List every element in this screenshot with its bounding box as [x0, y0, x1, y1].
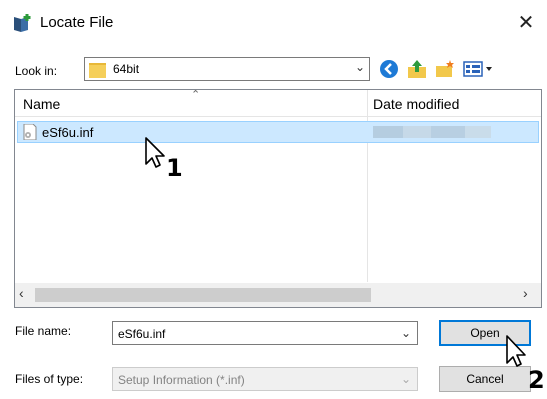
step-number-1: 1: [166, 154, 183, 182]
folder-icon: [89, 63, 106, 78]
lookin-label: Look in:: [15, 64, 58, 78]
filetype-dropdown: Setup Information (*.inf) ⌄: [112, 367, 418, 391]
chevron-down-icon[interactable]: ⌄: [401, 326, 411, 340]
filetype-value: Setup Information (*.inf): [118, 373, 245, 387]
sort-up-icon: ⌃: [191, 89, 201, 101]
file-list[interactable]: ⌃ Name Date modified eSf6u.inf ‹ ›: [14, 89, 542, 308]
column-separator[interactable]: [367, 90, 368, 116]
list-item[interactable]: eSf6u.inf: [17, 121, 539, 143]
lookin-value: 64bit: [113, 62, 140, 76]
view-menu-icon[interactable]: [462, 58, 496, 80]
scroll-left-icon[interactable]: ‹: [19, 285, 24, 301]
column-name[interactable]: Name: [23, 96, 60, 112]
close-button[interactable]: ✕: [512, 10, 540, 36]
new-folder-icon[interactable]: [434, 58, 456, 80]
scrollbar-thumb[interactable]: [35, 288, 371, 302]
column-header: ⌃ Name Date modified: [15, 90, 541, 117]
scroll-right-icon[interactable]: ›: [523, 285, 528, 301]
window-title: Locate File: [40, 14, 114, 31]
lookin-dropdown[interactable]: 64bit ⌄: [84, 57, 370, 81]
chevron-down-icon: ⌄: [354, 60, 365, 74]
filename-input[interactable]: eSf6u.inf ⌄: [112, 321, 418, 345]
file-name: eSf6u.inf: [42, 125, 94, 140]
back-icon[interactable]: [378, 58, 400, 80]
locate-file-icon: [14, 14, 31, 32]
inf-file-icon: [23, 124, 37, 140]
filetype-label: Files of type:: [15, 372, 84, 386]
filename-label: File name:: [15, 324, 72, 338]
step-number-2: 2: [528, 366, 545, 394]
date-modified-value: [373, 126, 491, 138]
filename-value: eSf6u.inf: [118, 327, 166, 341]
column-date-modified[interactable]: Date modified: [373, 96, 459, 112]
open-button[interactable]: Open: [439, 320, 531, 346]
up-folder-icon[interactable]: [406, 58, 428, 80]
chevron-down-icon: ⌄: [400, 372, 411, 386]
cancel-button[interactable]: Cancel: [439, 366, 531, 392]
horizontal-scrollbar[interactable]: ‹ ›: [15, 283, 541, 307]
